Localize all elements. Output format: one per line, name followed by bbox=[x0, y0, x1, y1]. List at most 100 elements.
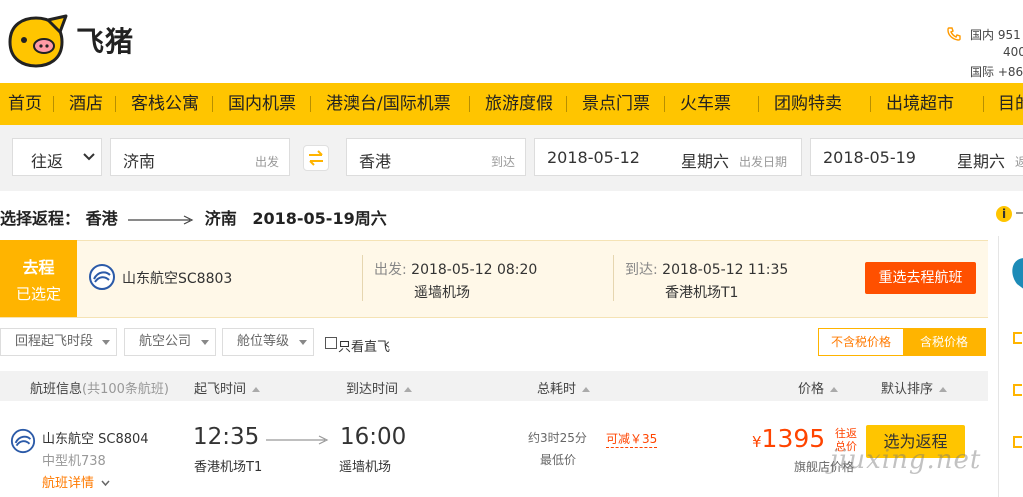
nav-destination[interactable]: 目的 bbox=[998, 83, 1023, 125]
from-city-input[interactable]: 济南 出发 bbox=[110, 138, 290, 176]
sort-depart-time[interactable]: 起飞时间 bbox=[194, 378, 261, 397]
outbound-depart: 出发: 2018-05-12 08:20 bbox=[374, 259, 537, 279]
nav-hotel[interactable]: 酒店 bbox=[69, 83, 103, 125]
sort-depart-label: 起飞时间 bbox=[194, 382, 247, 397]
phone-domestic-number: 951 bbox=[997, 28, 1021, 42]
sort-price-label: 价格 bbox=[798, 382, 825, 397]
sort-arrive-time[interactable]: 到达时间 bbox=[346, 378, 413, 397]
outbound-arrive-airport: 香港机场T1 bbox=[665, 285, 739, 301]
checkbox-icon[interactable] bbox=[1013, 384, 1022, 396]
sort-up-icon bbox=[582, 387, 591, 392]
chevron-down-icon bbox=[101, 480, 110, 487]
return-weekday: 星期六 bbox=[957, 152, 1006, 171]
caret-down-icon bbox=[201, 340, 209, 345]
flight-details-link[interactable]: 航班详情 bbox=[42, 472, 110, 491]
sort-up-icon bbox=[404, 387, 413, 392]
nav-intl-flights[interactable]: 港澳台/国际机票 bbox=[326, 83, 451, 125]
sort-duration-label: 总耗时 bbox=[537, 382, 577, 397]
swap-cities-button[interactable] bbox=[303, 145, 329, 171]
nav-home[interactable]: 首页 bbox=[8, 83, 42, 125]
return-time-filter[interactable]: 回程起飞时段 bbox=[0, 328, 117, 356]
side-panel-dash bbox=[1016, 212, 1023, 214]
nav-train[interactable]: 火车票 bbox=[680, 83, 731, 125]
nav-divider bbox=[212, 96, 213, 112]
tax-toggle: 不含税价格 含税价格 bbox=[818, 328, 986, 356]
title-from-city: 香港 bbox=[85, 209, 118, 228]
depart-date-input[interactable]: 2018-05-12 星期六 出发日期 bbox=[534, 138, 802, 176]
airline-filter-label: 航空公司 bbox=[139, 334, 192, 349]
nav-divider bbox=[664, 96, 665, 112]
sort-duration[interactable]: 总耗时 bbox=[537, 378, 591, 397]
outbound-badge-status: 已选定 bbox=[15, 285, 61, 303]
airline-filter[interactable]: 航空公司 bbox=[124, 328, 216, 356]
return-date-hint: 返 bbox=[1015, 155, 1023, 169]
nav-divider bbox=[469, 96, 470, 112]
flight-count: (共100条航班) bbox=[82, 382, 169, 397]
nav-group-buy[interactable]: 团购特卖 bbox=[774, 83, 842, 125]
arrow-right-icon bbox=[128, 214, 194, 225]
nav-divider bbox=[983, 96, 984, 112]
outbound-arrive-time: 2018-05-12 11:35 bbox=[662, 262, 789, 278]
return-date-input[interactable]: 2018-05-19 星期六 返 bbox=[810, 138, 1023, 176]
outbound-arrive: 到达: 2018-05-12 11:35 bbox=[625, 259, 788, 279]
flight-arrive-time: 16:00 bbox=[340, 424, 407, 450]
sort-default[interactable]: 默认排序 bbox=[881, 378, 948, 397]
flight-number: SC8804 bbox=[98, 432, 149, 447]
flight-details-label: 航班详情 bbox=[42, 476, 95, 491]
direct-only-label[interactable]: 只看直飞 bbox=[338, 336, 390, 355]
nav-divider bbox=[115, 96, 116, 112]
nav-divider bbox=[53, 96, 54, 112]
aircraft-type: 中型机738 bbox=[42, 454, 106, 469]
depart-date-hint: 出发日期 bbox=[739, 155, 788, 169]
outbound-airline: 山东航空SC8803 bbox=[122, 271, 233, 287]
side-panel bbox=[998, 236, 1023, 497]
depart-date-value: 2018-05-12 bbox=[547, 148, 640, 167]
nav-inn[interactable]: 客栈公寓 bbox=[131, 83, 199, 125]
from-city-value: 济南 bbox=[123, 152, 156, 171]
nav-tickets[interactable]: 景点门票 bbox=[582, 83, 650, 125]
discount-badge[interactable]: 可减￥35 bbox=[606, 430, 658, 448]
divider bbox=[362, 255, 363, 301]
price-tag-round-trip: 往返 bbox=[835, 427, 857, 440]
to-city-value: 香港 bbox=[359, 152, 392, 171]
direct-only-checkbox[interactable] bbox=[325, 337, 337, 349]
title-prefix: 选择返程： bbox=[0, 209, 81, 228]
flight-price: ¥1395 bbox=[752, 424, 825, 453]
sort-price[interactable]: 价格 bbox=[798, 378, 839, 397]
nav-vacation[interactable]: 旅游度假 bbox=[485, 83, 553, 125]
phone-domestic-number-2: 400 bbox=[1003, 45, 1023, 59]
chevron-down-icon bbox=[83, 153, 95, 161]
outbound-badge: 去程 已选定 bbox=[0, 240, 77, 317]
title-date: 2018-05-19周六 bbox=[252, 209, 387, 228]
swap-icon bbox=[309, 150, 323, 166]
fliggy-logo-icon[interactable] bbox=[4, 14, 68, 70]
title-to-city: 济南 bbox=[204, 209, 237, 228]
price-currency: ¥ bbox=[752, 433, 762, 451]
price-incl-tax-toggle[interactable]: 含税价格 bbox=[903, 329, 985, 355]
shandong-airlines-logo-icon bbox=[10, 428, 36, 454]
flight-airline: 山东航空 SC8804 bbox=[42, 428, 149, 447]
price-excl-tax-toggle[interactable]: 不含税价格 bbox=[819, 329, 903, 355]
outbound-arrive-label: 到达: bbox=[625, 262, 658, 278]
phone-domestic: 国内 951 bbox=[970, 26, 1021, 43]
nav-divider bbox=[758, 96, 759, 112]
nav-outbound-market[interactable]: 出境超市 bbox=[886, 83, 954, 125]
nav-domestic-flights[interactable]: 国内机票 bbox=[228, 83, 296, 125]
cabin-filter[interactable]: 舱位等级 bbox=[222, 328, 314, 356]
info-icon[interactable]: i bbox=[996, 206, 1012, 222]
to-city-input[interactable]: 香港 到达 bbox=[346, 138, 526, 176]
page-title: 选择返程： 香港 济南 2018-05-19周六 bbox=[0, 205, 387, 229]
site-header: 飞猪 国内 951 400 国际 +86 bbox=[0, 0, 1023, 82]
cabin-filter-label: 舱位等级 bbox=[237, 334, 290, 349]
flight-arrive-airport: 遥墙机场 bbox=[339, 460, 392, 475]
watermark: jiuxing.net bbox=[830, 445, 982, 475]
trip-type-select[interactable]: 往返 bbox=[12, 138, 102, 176]
checkbox-icon[interactable] bbox=[1013, 436, 1022, 448]
lowest-price-tag: 最低价 bbox=[540, 453, 577, 467]
reselect-outbound-button[interactable]: 重选去程航班 bbox=[865, 262, 976, 294]
header-flight-info-label: 航班信息 bbox=[30, 382, 83, 397]
sort-arrive-label: 到达时间 bbox=[346, 382, 399, 397]
checkbox-icon[interactable] bbox=[1013, 332, 1022, 344]
phone-intl-number: +86 bbox=[997, 65, 1023, 79]
sort-default-label: 默认排序 bbox=[881, 382, 934, 397]
